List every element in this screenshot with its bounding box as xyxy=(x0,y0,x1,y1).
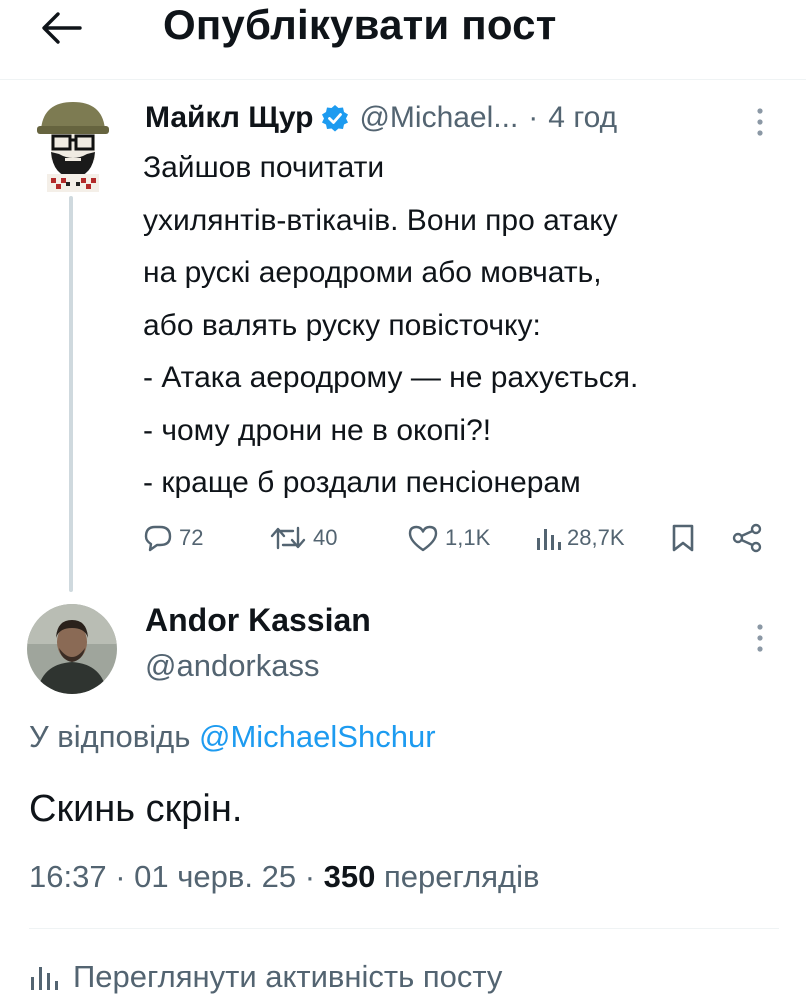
view-post-activity-label: Переглянути активність посту xyxy=(73,959,503,994)
share-icon xyxy=(732,523,762,553)
views-count: 28,7K xyxy=(567,525,625,550)
like-count: 1,1K xyxy=(445,525,491,550)
reply-more-options-button[interactable] xyxy=(752,620,768,656)
tweet-text: Зайшов почитати ухилянтів-втікачів. Вони… xyxy=(143,151,639,499)
separator-dot: · xyxy=(528,101,539,134)
reply-icon xyxy=(144,525,172,552)
repost-icon xyxy=(270,526,306,550)
views-button[interactable]: 28,7K xyxy=(535,518,625,558)
bookmark-icon xyxy=(672,524,694,552)
repost-count: 40 xyxy=(313,525,338,550)
page-title: Опублікувати пост xyxy=(163,1,557,48)
reply-author-name[interactable]: Andor Kassian xyxy=(145,600,371,640)
reply-author-handle[interactable]: @andorkass xyxy=(145,646,320,686)
separator-dot: · xyxy=(115,859,126,894)
like-button[interactable]: 1,1K xyxy=(407,518,490,558)
views-count: 350 xyxy=(323,859,376,894)
top-bar: Опублікувати пост xyxy=(0,0,806,80)
more-options-button[interactable] xyxy=(752,104,768,140)
arrow-left-icon xyxy=(42,12,82,44)
views-label: переглядів xyxy=(384,859,540,894)
reply-text: Скинь скрін. xyxy=(29,788,243,830)
view-post-activity-link[interactable]: Переглянути активність посту xyxy=(29,954,502,1000)
verified-badge-icon xyxy=(321,104,349,132)
tweet-time[interactable]: 4 год xyxy=(548,101,617,135)
mention-link[interactable]: @MichaelShchur xyxy=(199,719,436,754)
bar-chart-icon xyxy=(31,967,58,990)
reply-button[interactable]: 72 xyxy=(143,518,203,558)
back-button[interactable] xyxy=(40,6,100,50)
reply-metadata: 16:37 · 01 черв. 25 · 350 переглядів xyxy=(29,856,539,898)
avatar[interactable] xyxy=(33,96,113,192)
more-vertical-icon xyxy=(757,108,763,136)
replying-to-label: У відповідь xyxy=(29,719,191,754)
share-button[interactable] xyxy=(731,518,763,558)
divider xyxy=(29,928,779,929)
thread-connector-line xyxy=(69,196,73,592)
separator-dot: · xyxy=(304,859,316,894)
reply-time[interactable]: 16:37 xyxy=(29,859,107,894)
bar-chart-icon xyxy=(537,529,561,550)
reply-avatar[interactable] xyxy=(27,604,117,694)
repost-button[interactable]: 40 xyxy=(269,518,337,558)
more-vertical-icon xyxy=(757,624,763,652)
heart-icon xyxy=(408,525,438,552)
author-name[interactable]: Майкл Щур xyxy=(145,101,313,135)
bookmark-button[interactable] xyxy=(671,518,695,558)
author-handle[interactable]: @Michael... xyxy=(359,101,518,135)
reply-date[interactable]: 01 черв. 25 xyxy=(134,859,296,894)
tweet-author-row: Майкл Щур @Michael... · 4 год xyxy=(145,98,617,138)
replying-to-line: У відповідь @MichaelShchur xyxy=(29,716,436,758)
tweet-actions: 72 40 1,1K 28,7K xyxy=(143,518,773,558)
reply-count: 72 xyxy=(179,525,204,550)
